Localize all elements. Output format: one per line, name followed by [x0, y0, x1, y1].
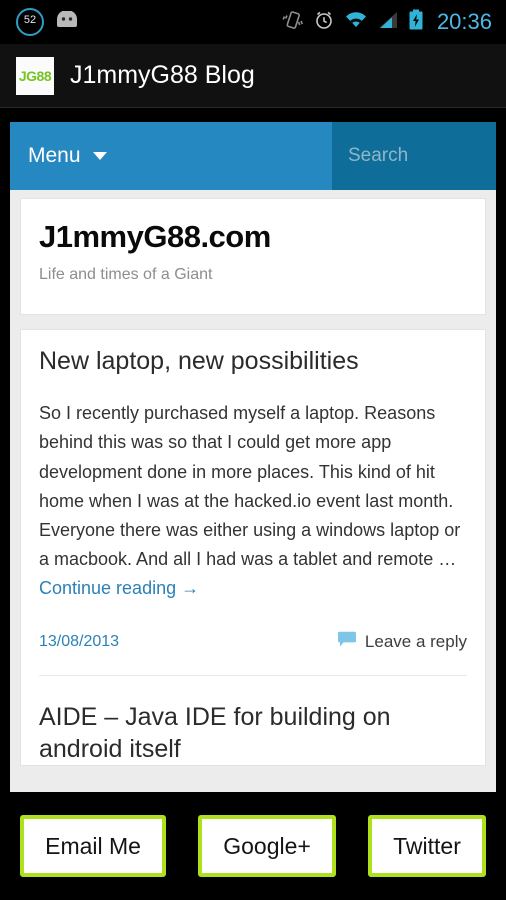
search-placeholder: Search [348, 145, 409, 166]
email-me-button[interactable]: Email Me [20, 815, 167, 877]
notification-count-badge: 52 [16, 8, 44, 36]
comment-bubble-icon [337, 631, 357, 653]
site-tagline: Life and times of a Giant [39, 266, 213, 283]
android-robot-icon [54, 9, 80, 34]
app-logo-icon: JG88 [16, 56, 54, 95]
status-bar-right: 20:36 [282, 9, 492, 36]
post-item: New laptop, new possibilities So I recen… [39, 346, 467, 653]
app-action-bar: JG88 J1mmyG88 Blog [0, 44, 506, 108]
google-plus-button-label: Google+ [223, 832, 311, 859]
vibrate-icon [282, 9, 304, 36]
status-bar-left: 52 [16, 8, 282, 36]
continue-reading-link[interactable]: Continue reading → [39, 578, 199, 598]
webview-container: Menu Search J1mmyG88.com Life and times … [0, 108, 506, 792]
site-header-card: J1mmyG88.com Life and times of a Giant [20, 198, 486, 315]
site-nav-bar: Menu Search [10, 122, 496, 190]
page-body: J1mmyG88.com Life and times of a Giant N… [10, 190, 496, 766]
post-divider [39, 675, 467, 677]
post-title[interactable]: AIDE – Java IDE for building on android … [39, 702, 467, 765]
twitter-button-label: Twitter [393, 832, 461, 859]
status-bar: 52 20:36 [0, 0, 506, 44]
alarm-clock-icon [313, 9, 335, 36]
email-me-button-label: Email Me [45, 832, 141, 859]
menu-button-label: Menu [28, 144, 81, 167]
post-date[interactable]: 13/08/2013 [39, 633, 119, 651]
menu-button[interactable]: Menu [10, 122, 332, 190]
twitter-button[interactable]: Twitter [368, 815, 486, 877]
post-excerpt: So I recently purchased myself a laptop.… [39, 399, 467, 603]
webview[interactable]: Menu Search J1mmyG88.com Life and times … [10, 122, 496, 792]
wifi-icon [344, 10, 368, 35]
app-logo-text: JG88 [18, 67, 52, 84]
post-excerpt-text: So I recently purchased myself a laptop.… [39, 403, 461, 570]
cellular-signal-icon [377, 10, 399, 35]
google-plus-button[interactable]: Google+ [198, 815, 336, 877]
search-input[interactable]: Search [332, 122, 496, 190]
post-item: AIDE – Java IDE for building on android … [39, 702, 467, 765]
battery-charging-icon [408, 9, 424, 36]
post-title[interactable]: New laptop, new possibilities [39, 346, 467, 377]
leave-a-reply-link[interactable]: Leave a reply [337, 631, 467, 653]
status-bar-clock: 20:36 [436, 9, 492, 34]
site-title[interactable]: J1mmyG88.com [39, 219, 467, 255]
posts-card: New laptop, new possibilities So I recen… [20, 329, 486, 766]
app-title: J1mmyG88 Blog [70, 61, 255, 89]
post-meta: 13/08/2013 Leave a reply [39, 631, 467, 653]
bottom-button-bar: Email Me Google+ Twitter [0, 792, 506, 900]
chevron-down-icon [92, 152, 107, 160]
leave-a-reply-label: Leave a reply [364, 632, 467, 652]
